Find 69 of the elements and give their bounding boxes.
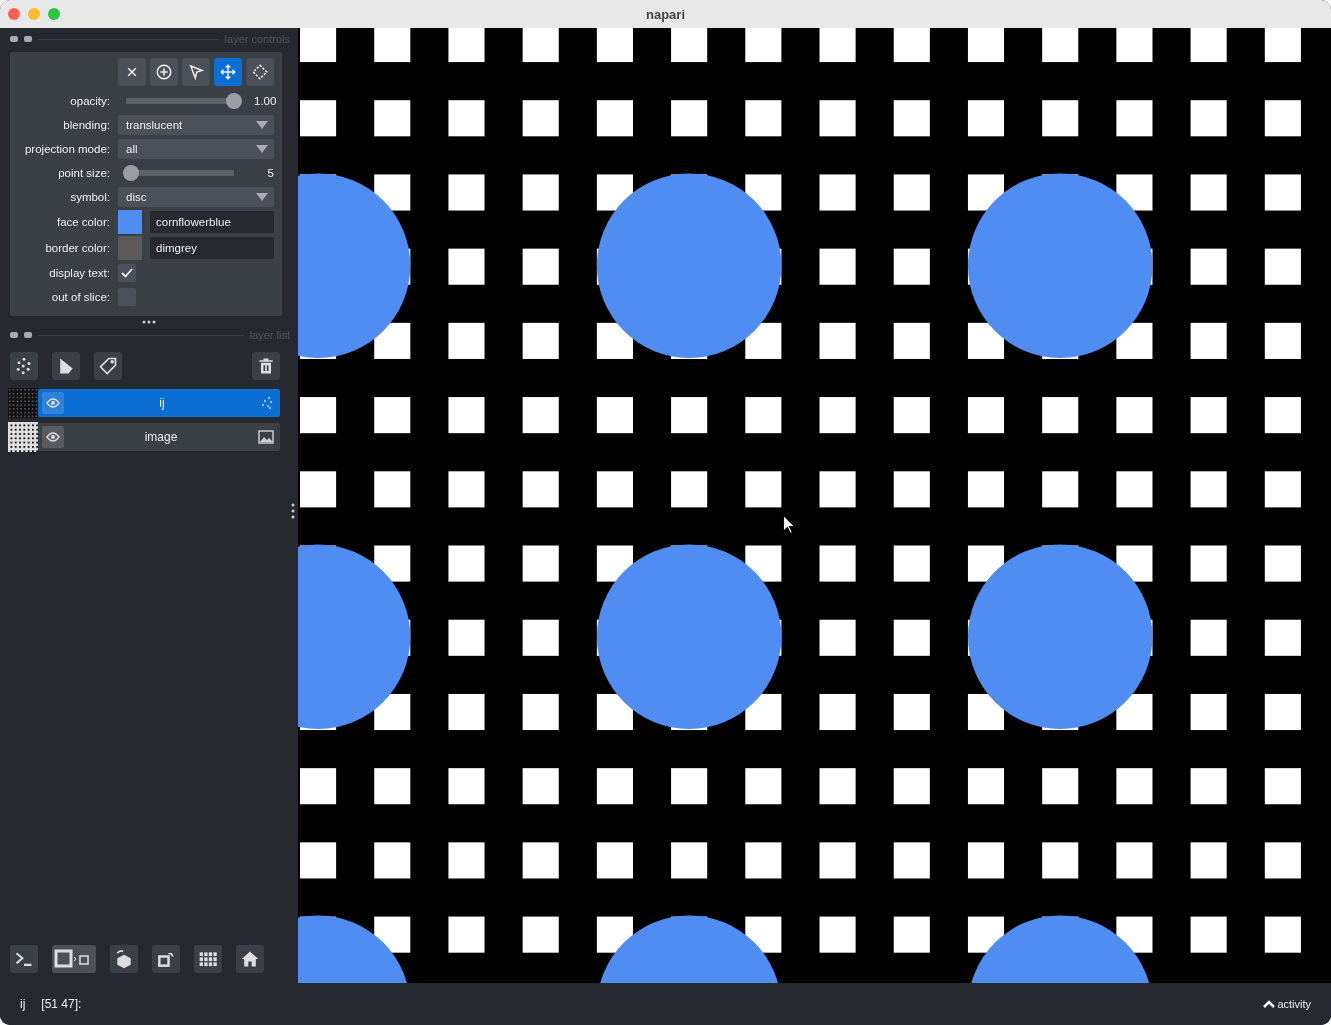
cube-rotate-icon [114,949,134,969]
new-shapes-layer-button[interactable] [52,352,80,380]
control-label: projection mode: [23,143,110,155]
control-label: blending: [62,119,110,131]
home-icon [240,949,260,969]
console-button[interactable] [10,945,38,973]
image-thumbnail [8,422,38,452]
dropdown-caret-icon [256,145,268,153]
activity-button[interactable]: activity [1263,998,1311,1010]
mode-button[interactable] [150,58,178,86]
color-input-field[interactable]: dimgrey [150,237,274,259]
eye-icon [46,398,60,408]
slider-thumb[interactable] [123,165,140,181]
mode-button[interactable] [246,58,274,86]
image-icon [258,430,274,444]
control-label: display text: [48,267,110,279]
toggle-3d-button[interactable] [52,945,96,973]
delete-layer-button[interactable] [252,352,280,380]
layer-name: ij [158,396,166,410]
status-coordinates: [51 47]: [41,997,82,1011]
mode-button[interactable] [118,58,146,86]
trash-icon [256,356,276,376]
points-thumbnail [8,388,38,418]
control-label: border color: [44,242,110,254]
roll-dimensions-button[interactable] [110,945,138,973]
control-label: point size: [57,167,110,179]
new-labels-layer-button[interactable] [94,352,122,380]
color-swatch[interactable] [118,210,142,234]
layer-item[interactable]: ij [38,389,280,417]
eye-icon [46,432,60,442]
mode-button[interactable] [214,58,242,86]
checkbox[interactable] [118,264,136,282]
visibility-toggle[interactable] [42,426,64,448]
layer-name: image [143,430,179,444]
dropdown-caret-icon [256,121,268,129]
caret-up-icon [1263,1000,1276,1008]
control-label: out of slice: [50,291,110,303]
new-points-layer-button[interactable] [10,352,38,380]
grid-icon [198,949,218,969]
move-arrows-icon [219,63,237,81]
tag-icon [98,356,118,376]
slider-thumb[interactable] [226,93,242,109]
slider-value: 1.00 [254,95,274,107]
color-input-field[interactable]: cornflowerblue [150,211,274,233]
panel-resize-handle-icon[interactable] [291,503,295,519]
checkmark-icon [121,268,133,278]
add-circle-icon [155,63,173,81]
points-icon [260,396,274,410]
dashed-selection-icon [251,63,269,81]
control-label: symbol: [69,191,110,203]
grid-view-button[interactable] [194,945,222,973]
transpose-button[interactable] [152,945,180,973]
dropdown[interactable]: disc [118,187,274,207]
splitter-handle-icon[interactable] [141,320,157,324]
mouse-cursor-icon [782,514,795,534]
cursor-arrow-icon [187,63,205,81]
control-label: opacity: [69,95,110,107]
mode-button[interactable] [182,58,210,86]
control-label: face color: [55,216,110,228]
slider-value: 5 [266,167,274,179]
color-swatch[interactable] [118,236,142,260]
dropdown[interactable]: all [118,139,274,159]
dropdown-caret-icon [256,193,268,201]
layer-item[interactable]: image [38,423,280,451]
window-title: napari [646,6,685,22]
dropdown[interactable]: translucent [118,115,274,135]
status-layer-name: ij [20,997,26,1011]
visibility-toggle[interactable] [42,392,64,414]
home-button[interactable] [236,945,264,973]
